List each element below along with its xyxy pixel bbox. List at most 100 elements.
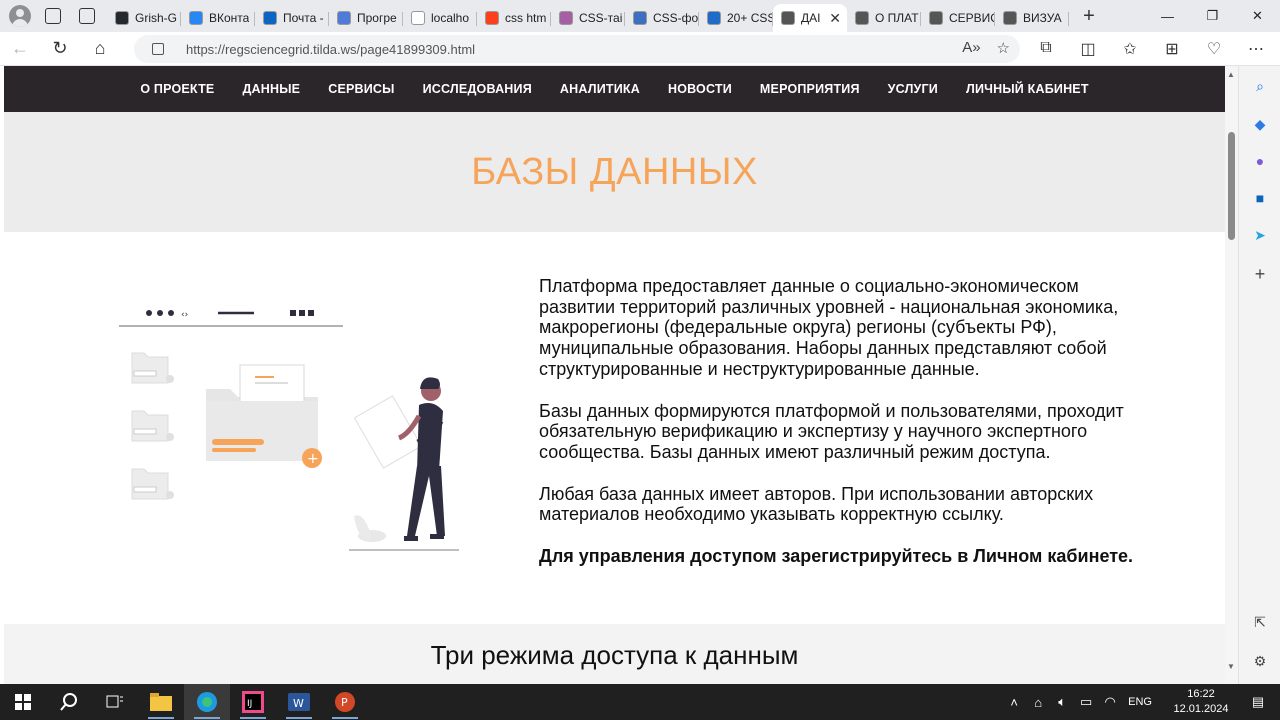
clock-time: 16:22 [1187, 688, 1215, 700]
powerpoint-icon[interactable]: P [322, 684, 368, 720]
browser-essentials-icon[interactable]: ♡ [1204, 39, 1224, 59]
restore-button[interactable]: ❐ [1190, 0, 1235, 32]
tab-label: О ПЛАТ [875, 11, 919, 25]
svg-text:+: + [307, 451, 319, 467]
extensions-icon[interactable]: ⧉ [1036, 39, 1056, 59]
start-button[interactable] [0, 684, 46, 720]
notifications-icon[interactable]: ▤ [1246, 694, 1270, 710]
tab-label: СЕРВИС [949, 11, 995, 25]
tab-label: Прогре [357, 11, 397, 25]
new-tab-button[interactable]: + [1075, 2, 1103, 30]
sync-icon[interactable]: ⌂ [1026, 695, 1050, 710]
browser-tab[interactable]: О ПЛАТ [847, 4, 921, 32]
tab-label: Почта - [283, 11, 324, 25]
browser-tab[interactable]: css htm [477, 4, 551, 32]
browser-tab[interactable]: Прогре [329, 4, 403, 32]
access-modes-section: Три режима доступа к данным [4, 624, 1225, 684]
browser-tab[interactable]: СЕРВИС [921, 4, 995, 32]
browser-tab[interactable]: ДАІ ✕ [773, 4, 847, 32]
svg-text:IJ: IJ [247, 699, 252, 709]
home-button[interactable]: ⌂ [80, 33, 120, 65]
word-icon[interactable]: W [276, 684, 322, 720]
add-sidebar-app-icon[interactable]: + [1252, 265, 1268, 283]
shopping-icon[interactable]: ◆ [1252, 116, 1268, 132]
more-menu-icon[interactable]: ⋯ [1246, 39, 1266, 59]
tab-favicon-icon [115, 11, 129, 25]
nav-item[interactable]: ЛИЧНЫЙ КАБИНЕТ [966, 82, 1089, 96]
url-field[interactable]: https://regsciencegrid.tilda.ws/page4189… [134, 35, 1020, 63]
nav-item[interactable]: ДАННЫЕ [242, 82, 300, 96]
svg-text:P: P [341, 696, 348, 709]
split-screen-icon[interactable]: ◫ [1078, 39, 1098, 59]
browser-tab[interactable]: Grish-G [107, 4, 181, 32]
browser-tab-bar: Grish-G ВКонта Почта - Прогре localho css htm… [0, 0, 1280, 32]
tab-strip: Grish-G ВКонта Почта - Прогре localho css htm… [107, 0, 1069, 32]
tab-label: ДАІ [801, 11, 821, 25]
page-title: БАЗЫ ДАННЫХ [471, 150, 758, 193]
nav-item[interactable]: НОВОСТИ [668, 82, 732, 96]
section-title: Три режима доступа к данным [430, 640, 799, 670]
windows-logo-icon [15, 694, 31, 710]
file-explorer-icon[interactable] [138, 684, 184, 720]
read-aloud-icon[interactable]: A» [962, 39, 980, 57]
close-window-button[interactable]: ✕ [1235, 0, 1280, 32]
windows-taskbar: IJ W P ˄ ⌂ 🔈︎ ▭ ◠ ENG 16:22 12.01.2024 ▤ [0, 684, 1280, 720]
browser-tab[interactable]: CSS-фо [625, 4, 699, 32]
paragraph-3: Любая база данных имеет авторов. При исп… [539, 483, 1094, 525]
edge-browser-icon[interactable] [184, 684, 230, 720]
tab-label: ВИЗУА [1023, 11, 1062, 25]
language-indicator[interactable]: ENG [1128, 696, 1152, 708]
scroll-up-arrow-icon[interactable]: ▲ [1227, 70, 1235, 79]
task-view-icon[interactable] [92, 684, 138, 720]
tab-label: CSS-фо [653, 11, 699, 25]
svg-text:‹›: ‹› [181, 310, 188, 320]
browser-tab[interactable]: 20+ CSS [699, 4, 773, 32]
intellij-icon[interactable]: IJ [230, 684, 276, 720]
nav-item[interactable]: АНАЛИТИКА [560, 82, 640, 96]
nav-item[interactable]: УСЛУГИ [888, 82, 938, 96]
minimize-button[interactable]: — [1145, 0, 1190, 32]
tab-favicon-icon [411, 11, 425, 25]
tab-actions-icon[interactable] [79, 8, 95, 24]
taskbar-search-icon[interactable] [46, 684, 92, 720]
browser-tab[interactable]: ВКонта [181, 4, 255, 32]
nav-item[interactable]: О ПРОЕКТЕ [140, 82, 214, 96]
scroll-down-arrow-icon[interactable]: ▼ [1227, 662, 1235, 671]
wifi-icon[interactable]: ◠ [1098, 694, 1122, 710]
nav-item[interactable]: СЕРВИСЫ [328, 82, 394, 96]
profile-avatar-icon[interactable] [9, 5, 31, 27]
browser-tab[interactable]: ВИЗУА [995, 4, 1069, 32]
show-hidden-icons-icon[interactable]: ˄ [1002, 695, 1026, 710]
sidebar-settings-icon[interactable]: ⚙ [1252, 653, 1268, 669]
url-text[interactable]: https://regsciencegrid.tilda.ws/page4189… [186, 42, 475, 57]
browser-tab[interactable]: Почта - [255, 4, 329, 32]
tab-favicon-icon [1003, 11, 1017, 25]
edge-sidebar: ⌕ ◆ ● ■ ➤ + ⇱ ⚙ [1238, 66, 1280, 684]
tab-label: Grish-G [135, 11, 177, 25]
lock-icon[interactable] [152, 43, 164, 55]
search-icon[interactable]: ⌕ [1252, 78, 1268, 94]
favorite-star-icon[interactable]: ☆ [997, 39, 1010, 57]
browser-tab[interactable]: localho [403, 4, 477, 32]
tab-label: localho [431, 11, 470, 25]
nav-item[interactable]: ИССЛЕДОВАНИЯ [423, 82, 532, 96]
open-external-icon[interactable]: ⇱ [1252, 614, 1268, 630]
battery-icon[interactable]: ▭ [1074, 694, 1098, 710]
copilot-icon[interactable]: ● [1252, 153, 1268, 169]
nav-item[interactable]: МЕРОПРИЯТИЯ [760, 82, 860, 96]
collections-icon[interactable]: ⊞ [1162, 39, 1182, 59]
volume-icon[interactable]: 🔈︎ [1050, 694, 1074, 710]
outlook-icon[interactable]: ■ [1252, 190, 1268, 206]
scrollbar-thumb[interactable] [1228, 132, 1235, 240]
browser-tab[interactable]: CSS-таі [551, 4, 625, 32]
refresh-button[interactable]: ↻ [40, 33, 80, 65]
page-scrollbar[interactable]: ▲ ▼ [1225, 66, 1238, 684]
workspaces-icon[interactable] [45, 8, 61, 24]
close-tab-icon[interactable]: ✕ [829, 10, 841, 27]
tab-favicon-icon [263, 11, 277, 25]
clock[interactable]: 16:22 12.01.2024 [1164, 687, 1238, 717]
tab-label: css htm [505, 11, 547, 25]
favorites-icon[interactable]: ✩ [1120, 39, 1140, 59]
back-button[interactable]: ← [0, 33, 40, 65]
telegram-icon[interactable]: ➤ [1252, 227, 1268, 243]
